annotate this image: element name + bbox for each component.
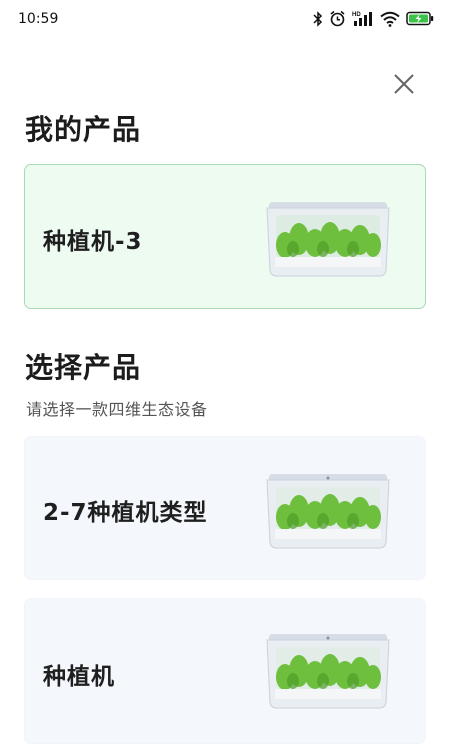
planter-image [266,202,390,277]
planter-image [266,634,390,709]
product-card-label: 种植机 [43,664,115,690]
hd-signal-icon: HD [352,12,372,26]
product-card-my-1[interactable]: 种植机-3 [24,164,426,309]
hd-label: HD [352,12,361,18]
my-products-title: 我的产品 [25,113,142,146]
product-card-label: 2-7种植机类型 [43,500,208,526]
select-products-subtitle: 请选择一款四维生态设备 [26,400,208,419]
planter-image [266,474,390,549]
battery-charging-icon [406,11,434,26]
select-products-title: 选择产品 [25,351,142,384]
close-button[interactable] [388,68,420,100]
alarm-icon [330,10,345,27]
close-icon [394,74,414,94]
status-bar: 10:59 HD [0,0,450,40]
status-icons: HD [313,10,434,27]
product-card-label: 种植机-3 [43,229,143,255]
product-card-option-2[interactable]: 种植机 [24,598,426,744]
bluetooth-icon [313,10,323,27]
status-time: 10:59 [18,11,59,27]
wifi-icon [380,11,400,27]
product-card-option-1[interactable]: 2-7种植机类型 [24,436,426,580]
